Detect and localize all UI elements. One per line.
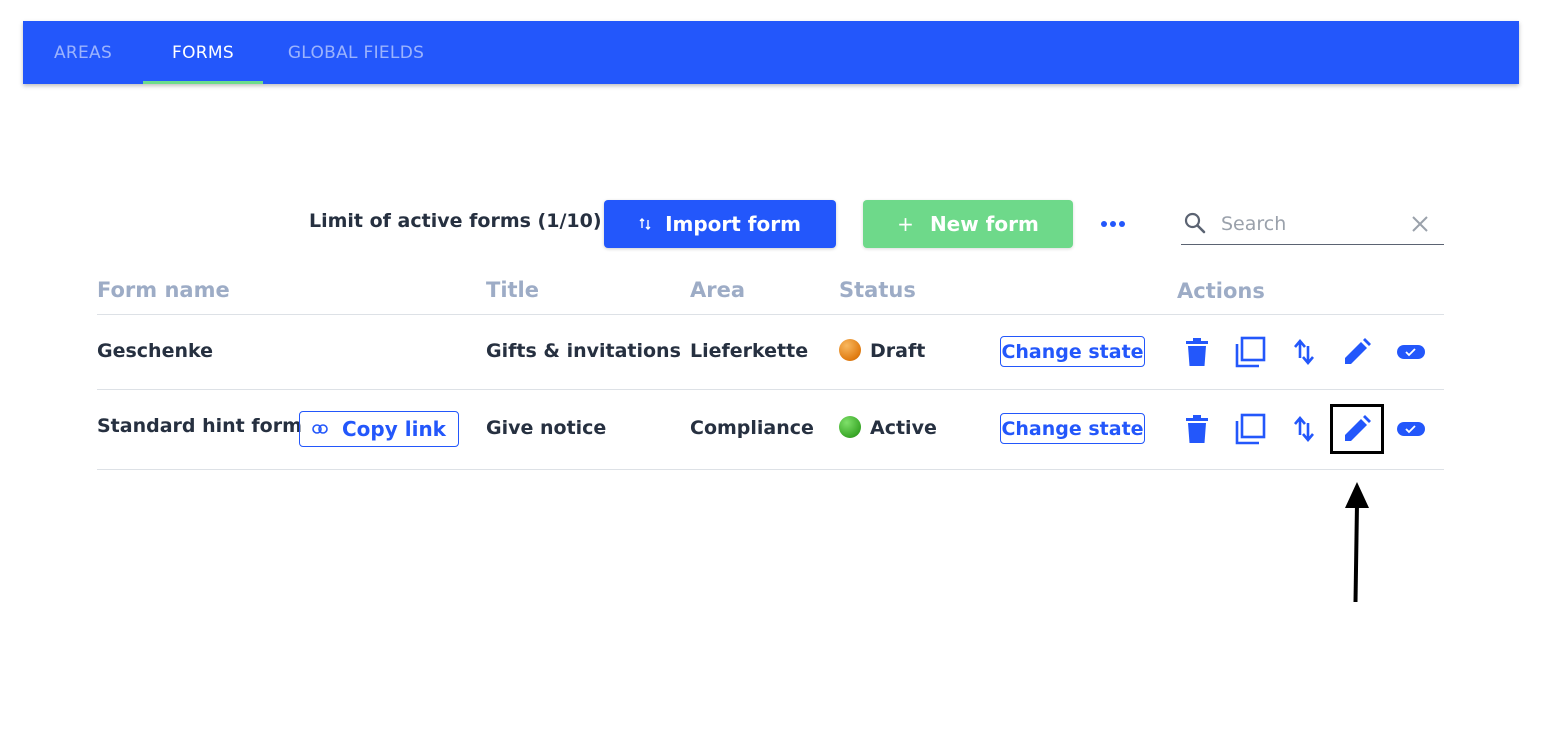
col-header-actions: Actions [1177,279,1265,303]
col-header-status: Status [839,278,916,302]
more-dots-icon [1101,221,1125,227]
pencil-icon [1345,338,1371,364]
copy-link-label: Copy link [342,417,446,441]
copy-icon [1235,413,1266,445]
import-form-label: Import form [665,212,801,236]
copy-icon [1235,336,1266,368]
sort-arrows-icon [1294,415,1314,443]
copy-link-button[interactable]: Copy link [299,411,459,447]
new-form-button[interactable]: + New form [863,200,1073,248]
toggle-on-icon [1397,345,1425,359]
delete-button[interactable] [1181,336,1213,368]
toggle-on-icon [1397,422,1425,436]
area-cell: Lieferkette [690,340,809,362]
change-state-button[interactable]: Change state [1000,336,1145,367]
divider [97,314,1444,315]
reorder-button[interactable] [1288,413,1320,445]
more-options-button[interactable] [1100,211,1126,237]
col-header-area: Area [690,278,746,302]
edit-button[interactable] [1341,336,1373,368]
col-header-form-name: Form name [97,278,230,302]
import-icon [639,212,651,236]
tab-areas[interactable]: AREAS [51,21,115,84]
tab-forms[interactable]: FORMS [143,21,263,84]
link-icon [312,424,328,434]
title-cell: Gifts & invitations [486,340,681,362]
duplicate-button[interactable] [1234,413,1266,445]
title-cell: Give notice [486,417,607,439]
tab-global-fields[interactable]: GLOBAL FIELDS [284,21,428,84]
edit-highlight-box [1330,404,1384,454]
status-active-indicator [839,416,861,438]
form-name-cell: Geschenke [97,340,214,362]
status-draft-indicator [839,339,861,361]
duplicate-button[interactable] [1234,336,1266,368]
col-header-title: Title [486,278,540,302]
import-form-button[interactable]: Import form [604,200,836,248]
search-box [1181,204,1444,245]
status-cell: Draft [870,340,926,362]
divider [97,389,1444,390]
divider [97,469,1444,470]
search-input[interactable] [1219,210,1403,238]
active-forms-limit: Limit of active forms (1/10) [309,210,602,232]
reorder-button[interactable] [1288,336,1320,368]
toggle-button[interactable] [1395,413,1427,445]
sort-arrows-icon [1294,338,1314,366]
top-nav-bar: AREAS FORMS GLOBAL FIELDS [23,21,1519,84]
area-cell: Compliance [690,417,814,439]
trash-icon [1186,338,1208,366]
clear-search-icon[interactable] [1411,215,1429,233]
delete-button[interactable] [1181,413,1213,445]
change-state-button[interactable]: Change state [1000,413,1145,444]
status-cell: Active [870,417,937,439]
plus-icon: + [897,212,914,236]
new-form-label: New form [929,212,1039,236]
trash-icon [1186,415,1208,443]
toggle-button[interactable] [1395,336,1427,368]
search-icon [1184,212,1206,234]
form-name-cell: Standard hint form [97,415,302,437]
pointer-arrow-icon [1345,482,1369,603]
